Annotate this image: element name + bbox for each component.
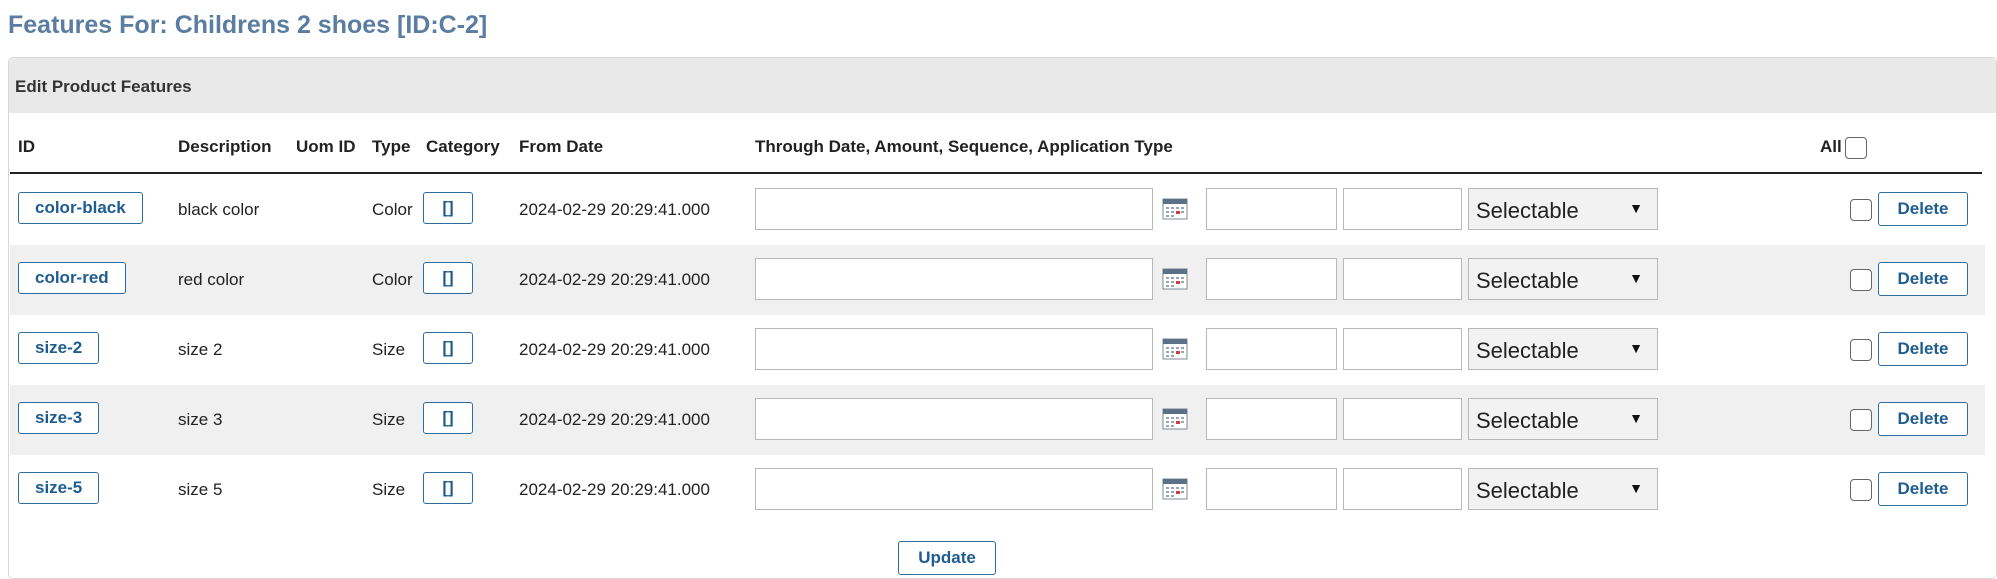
- column-header-uom-id: Uom ID: [296, 137, 356, 156]
- update-button[interactable]: Update: [898, 541, 996, 575]
- amount-input[interactable]: [1206, 398, 1337, 440]
- application-type-select[interactable]: Selectable ▼: [1468, 468, 1658, 510]
- calendar-icon[interactable]: [1162, 408, 1188, 430]
- amount-input[interactable]: [1206, 328, 1337, 370]
- application-type-select[interactable]: Selectable ▼: [1468, 398, 1658, 440]
- caret-down-icon: ▼: [1629, 270, 1643, 286]
- category-button[interactable]: []: [423, 402, 473, 434]
- panel-header: Edit Product Features: [9, 58, 1996, 113]
- delete-button[interactable]: Delete: [1878, 332, 1968, 366]
- application-type-value: Selectable: [1476, 478, 1579, 503]
- application-type-select[interactable]: Selectable ▼: [1468, 188, 1658, 230]
- table-row: size-3 size 3 Size [] 2024-02-29 20:29:4…: [10, 385, 1985, 455]
- application-type-select[interactable]: Selectable ▼: [1468, 328, 1658, 370]
- row-select-checkbox[interactable]: [1850, 199, 1872, 221]
- calendar-icon[interactable]: [1162, 338, 1188, 360]
- from-date-cell: 2024-02-29 20:29:41.000: [519, 200, 710, 219]
- calendar-icon[interactable]: [1162, 478, 1188, 500]
- caret-down-icon: ▼: [1629, 410, 1643, 426]
- amount-input[interactable]: [1206, 188, 1337, 230]
- delete-button[interactable]: Delete: [1878, 472, 1968, 506]
- column-header-id: ID: [18, 137, 35, 156]
- application-type-select[interactable]: Selectable ▼: [1468, 258, 1658, 300]
- row-select-checkbox[interactable]: [1850, 339, 1872, 361]
- category-button[interactable]: []: [423, 472, 473, 504]
- feature-id-button[interactable]: size-2: [18, 332, 100, 364]
- column-header-all: All: [1820, 137, 1842, 156]
- column-header-category: Category: [426, 137, 500, 156]
- from-date-cell: 2024-02-29 20:29:41.000: [519, 270, 710, 289]
- column-header-description: Description: [178, 137, 272, 156]
- amount-input[interactable]: [1206, 258, 1337, 300]
- column-header-type: Type: [372, 137, 411, 156]
- table-row: size-2 size 2 Size [] 2024-02-29 20:29:4…: [10, 315, 1985, 385]
- feature-id-button[interactable]: color-black: [18, 192, 143, 224]
- type-cell: Color: [372, 270, 413, 289]
- through-date-input[interactable]: [755, 468, 1153, 510]
- through-date-input[interactable]: [755, 188, 1153, 230]
- delete-button[interactable]: Delete: [1878, 192, 1968, 226]
- application-type-value: Selectable: [1476, 198, 1579, 223]
- panel-header-label: Edit Product Features: [15, 77, 192, 96]
- table-row: size-5 size 5 Size [] 2024-02-29 20:29:4…: [10, 455, 1985, 525]
- row-select-checkbox[interactable]: [1850, 409, 1872, 431]
- table-row: color-red red color Color [] 2024-02-29 …: [10, 245, 1985, 315]
- delete-button[interactable]: Delete: [1878, 262, 1968, 296]
- from-date-cell: 2024-02-29 20:29:41.000: [519, 410, 710, 429]
- sequence-input[interactable]: [1343, 468, 1462, 510]
- type-cell: Color: [372, 200, 413, 219]
- calendar-icon[interactable]: [1162, 198, 1188, 220]
- sequence-input[interactable]: [1343, 398, 1462, 440]
- caret-down-icon: ▼: [1629, 200, 1643, 216]
- select-all-checkbox[interactable]: [1845, 137, 1867, 159]
- header-divider: [10, 172, 1982, 174]
- caret-down-icon: ▼: [1629, 340, 1643, 356]
- caret-down-icon: ▼: [1629, 480, 1643, 496]
- category-button[interactable]: []: [423, 192, 473, 224]
- page-title: Features For: Childrens 2 shoes [ID:C-2]: [8, 11, 488, 39]
- through-date-input[interactable]: [755, 258, 1153, 300]
- application-type-value: Selectable: [1476, 408, 1579, 433]
- type-cell: Size: [372, 480, 406, 499]
- from-date-cell: 2024-02-29 20:29:41.000: [519, 480, 710, 499]
- calendar-icon[interactable]: [1162, 268, 1188, 290]
- sequence-input[interactable]: [1343, 258, 1462, 300]
- description-cell: red color: [178, 270, 245, 289]
- type-cell: Size: [372, 410, 406, 429]
- column-header-from-date: From Date: [519, 137, 604, 156]
- application-type-value: Selectable: [1476, 338, 1579, 363]
- description-cell: black color: [178, 200, 260, 219]
- type-cell: Size: [372, 340, 406, 359]
- from-date-cell: 2024-02-29 20:29:41.000: [519, 340, 710, 359]
- category-button[interactable]: []: [423, 332, 473, 364]
- row-select-checkbox[interactable]: [1850, 479, 1872, 501]
- through-date-input[interactable]: [755, 328, 1153, 370]
- sequence-input[interactable]: [1343, 328, 1462, 370]
- application-type-value: Selectable: [1476, 268, 1579, 293]
- description-cell: size 2: [178, 340, 223, 359]
- column-header-through-date: Through Date, Amount, Sequence, Applicat…: [755, 137, 1173, 156]
- table-row: color-black black color Color [] 2024-02…: [10, 175, 1985, 245]
- amount-input[interactable]: [1206, 468, 1337, 510]
- feature-id-button[interactable]: size-5: [18, 472, 100, 504]
- sequence-input[interactable]: [1343, 188, 1462, 230]
- feature-id-button[interactable]: color-red: [18, 262, 126, 294]
- description-cell: size 3: [178, 410, 223, 429]
- feature-id-button[interactable]: size-3: [18, 402, 100, 434]
- through-date-input[interactable]: [755, 398, 1153, 440]
- row-select-checkbox[interactable]: [1850, 269, 1872, 291]
- category-button[interactable]: []: [423, 262, 473, 294]
- delete-button[interactable]: Delete: [1878, 402, 1968, 436]
- description-cell: size 5: [178, 480, 223, 499]
